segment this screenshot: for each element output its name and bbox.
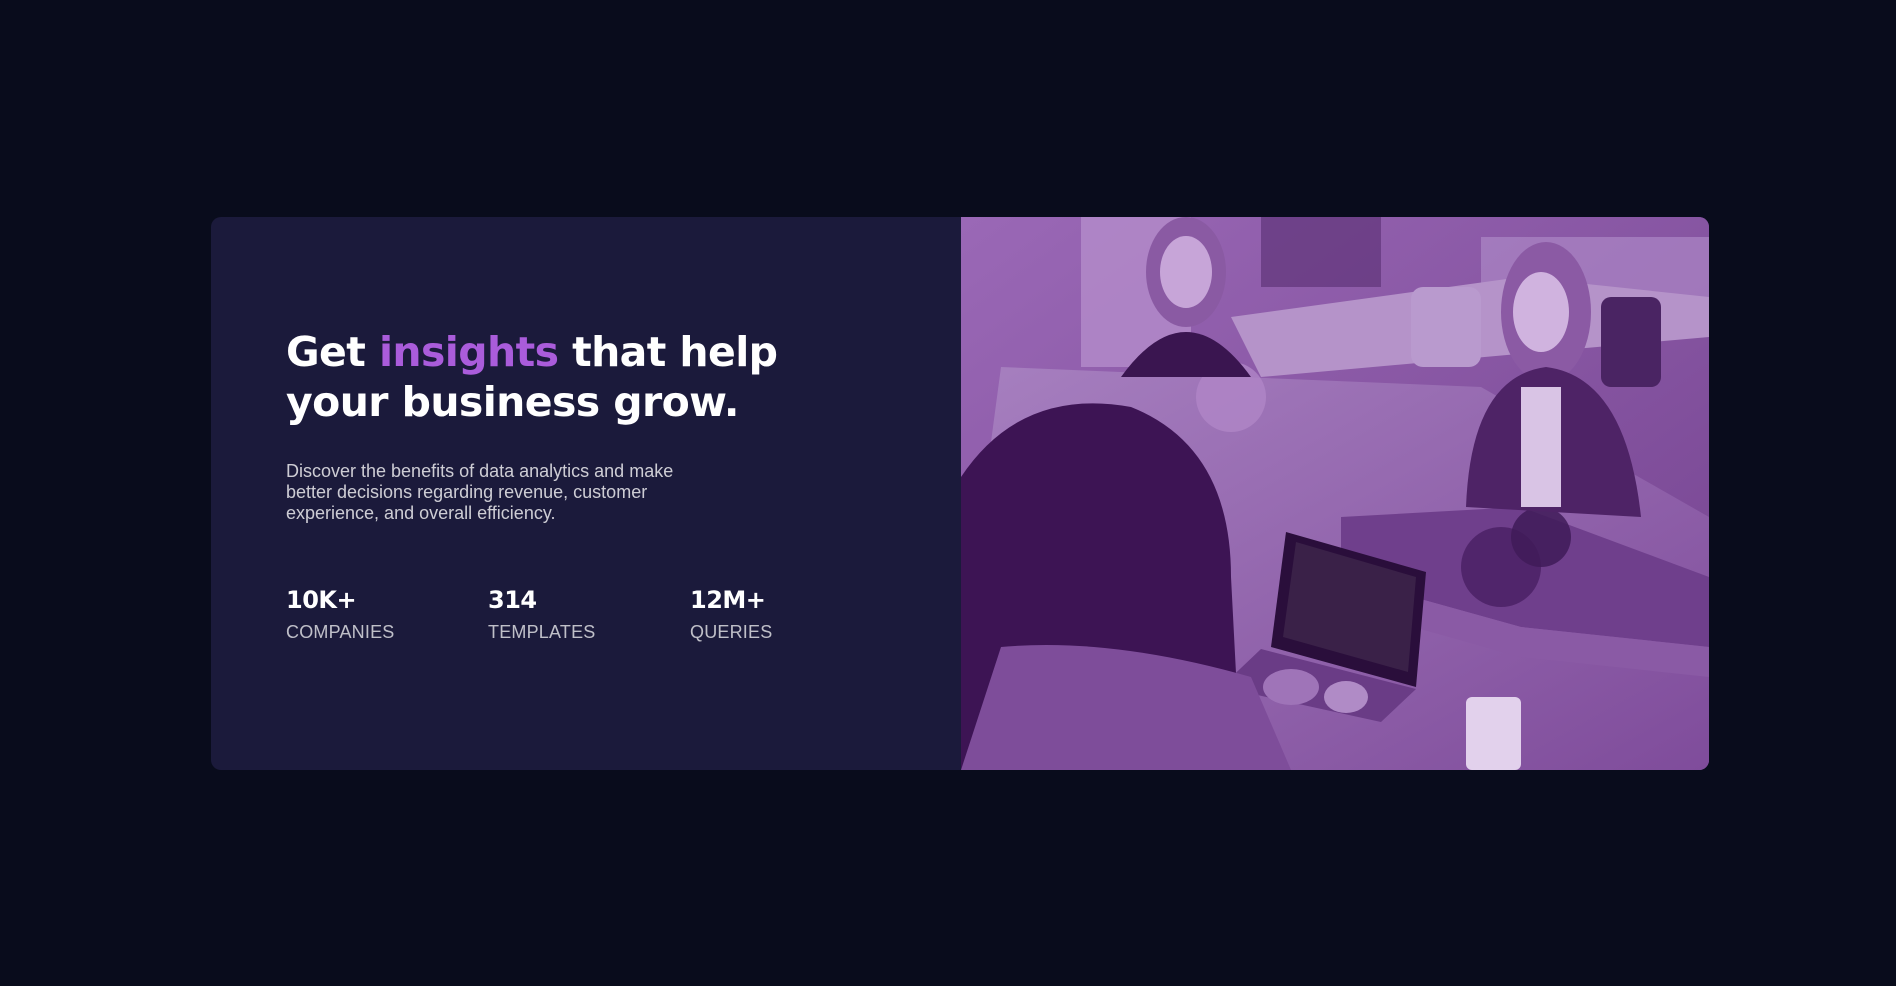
stats-list: 10K+ COMPANIES 314 TEMPLATES 12M+ QUERIE… [286,586,961,642]
stat-value: 10K+ [286,586,357,614]
stat-value: 12M+ [690,586,766,614]
page-title: Get insights that help your business gro… [286,327,846,427]
stat-label: COMPANIES [286,622,395,642]
stat-label: QUERIES [690,622,773,642]
stat-value: 314 [488,586,537,614]
headline-accent-word: insights [378,328,559,376]
card-content: Get insights that help your business gro… [211,217,961,770]
office-photo-illustration [961,217,1709,770]
stat-templates: 314 TEMPLATES [488,586,690,642]
description-text: Discover the benefits of data analytics … [286,461,674,523]
headline-start: Get [286,328,379,376]
office-photo [961,217,1709,770]
stat-queries: 12M+ QUERIES [690,586,892,642]
stats-preview-card: Get insights that help your business gro… [211,217,1709,770]
stat-companies: 10K+ COMPANIES [286,586,488,642]
stat-label: TEMPLATES [488,622,596,642]
